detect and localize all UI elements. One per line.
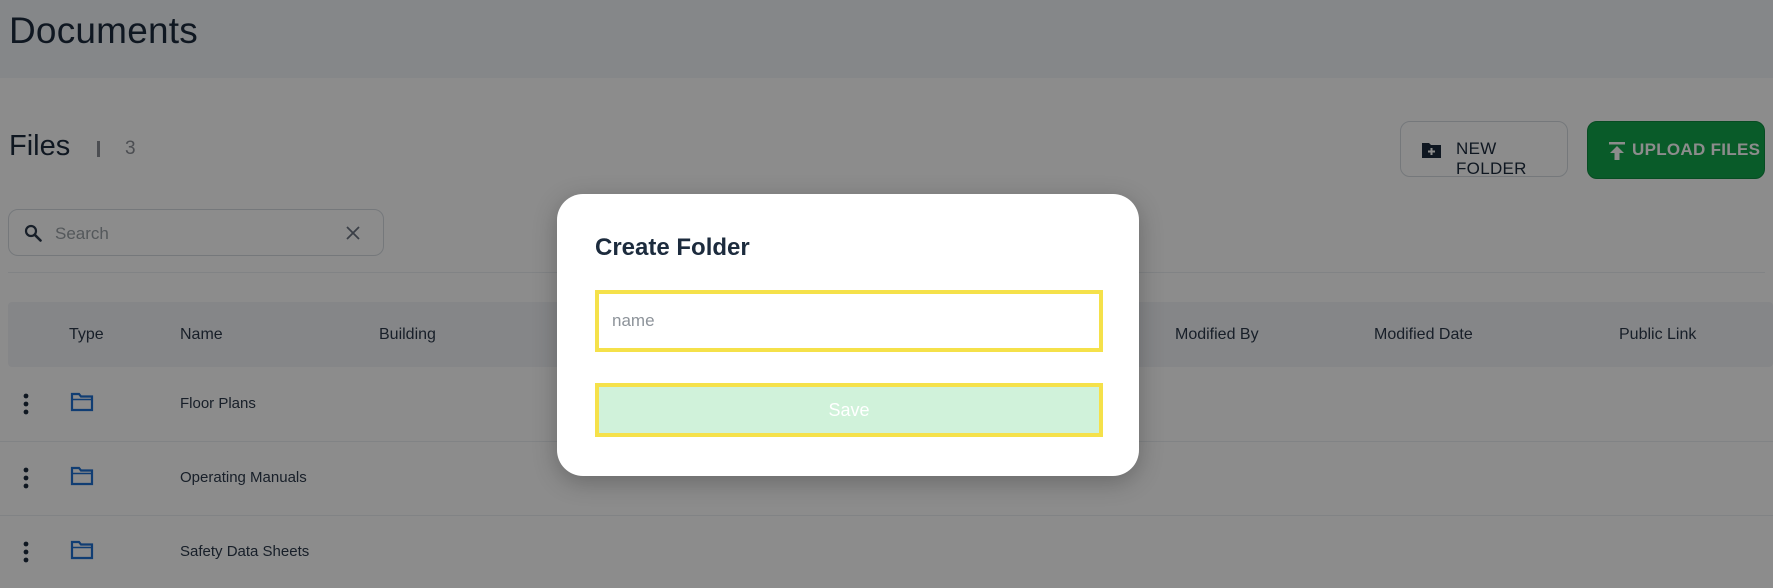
documents-page: Documents Files 3 NEW FOLDER UPLOAD FILE… <box>0 0 1773 588</box>
save-button[interactable]: Save <box>595 383 1103 437</box>
folder-name-input[interactable] <box>595 290 1103 352</box>
dialog-title: Create Folder <box>595 234 750 261</box>
create-folder-dialog: Create Folder Save <box>557 194 1139 476</box>
